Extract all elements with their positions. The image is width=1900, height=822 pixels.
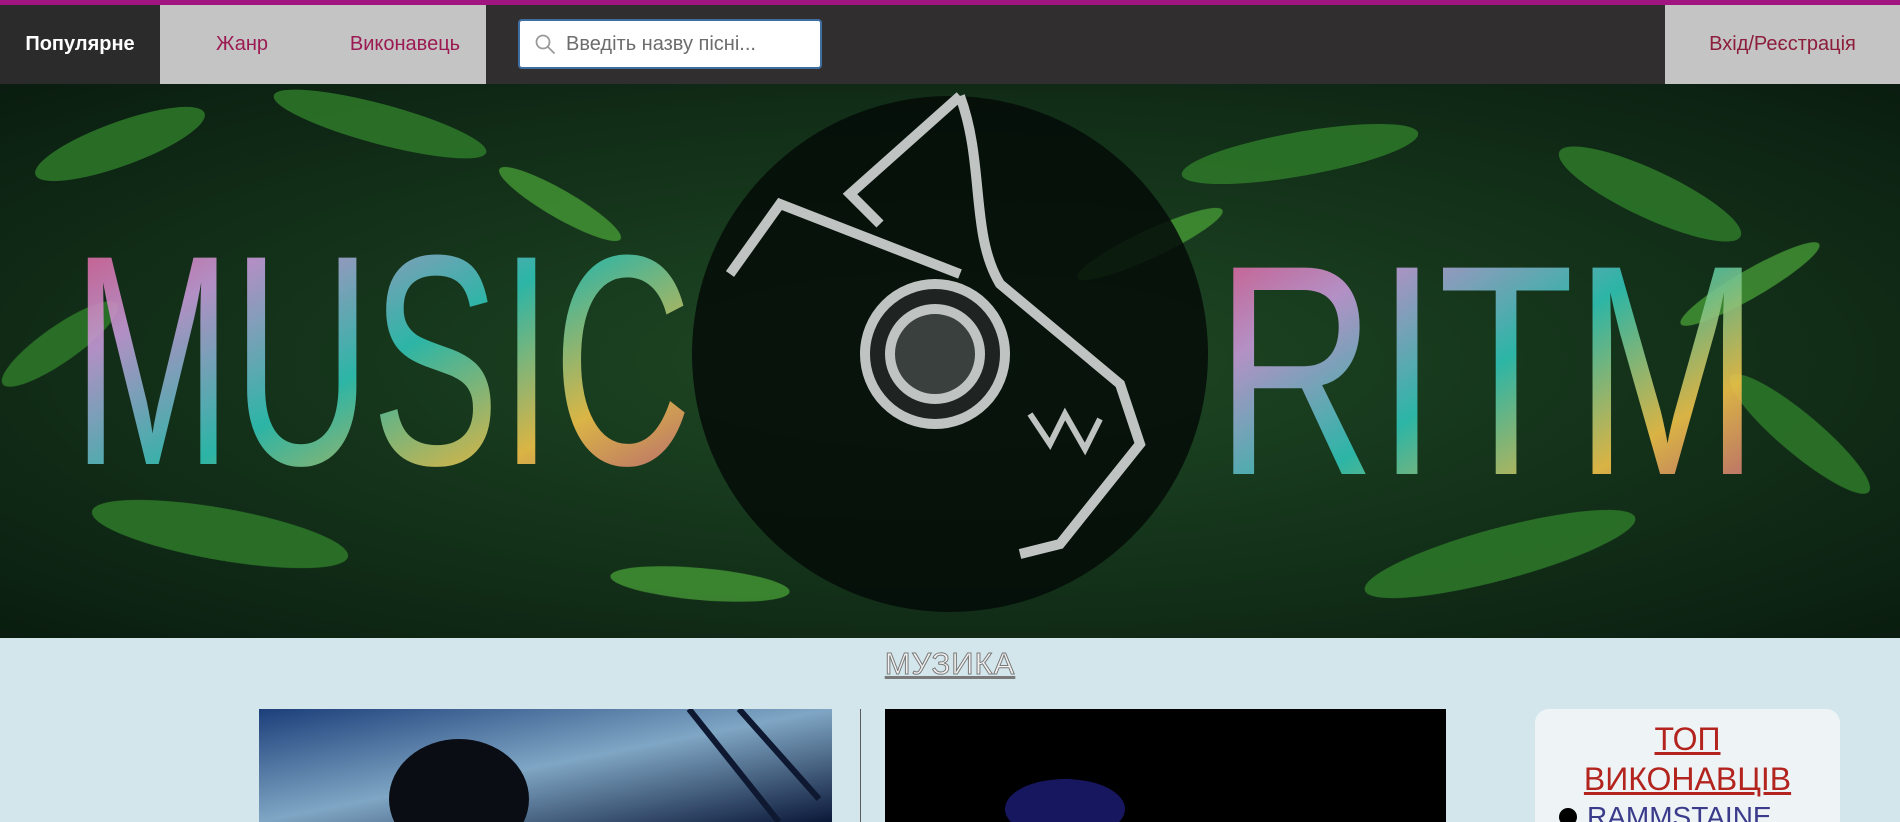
music-section-title: МУЗИКА [0,646,1900,682]
music-card-2-image [885,709,1446,822]
search-input[interactable] [566,32,796,56]
nav-artist-link[interactable]: Виконавець [324,5,486,84]
music-card-1[interactable] [259,709,832,822]
music-card-1-image [259,709,832,822]
hero-banner: MUSIC RITM [0,84,1900,638]
bullet-icon [1559,808,1577,822]
login-register-link[interactable]: Вхід/Реєстрація [1665,5,1900,84]
music-section-title-text: МУЗИКА [884,646,1016,682]
search-icon [535,34,555,54]
top-artists-title-line1: ТОП [1654,721,1721,757]
music-card-2[interactable] [885,709,1446,822]
search-box[interactable] [518,19,822,69]
hero-artwork: MUSIC RITM [0,84,1900,638]
top-artists-title-line2: ВИКОНАВЦІВ [1583,761,1792,797]
hero-word-music: MUSIC [72,192,692,528]
top-navigation: Популярне Жанр Виконавець Вхід/Реєстраці… [0,5,1900,84]
top-artists-panel: ТОП ВИКОНАВЦІВ RAMMSTAINE [1535,709,1840,822]
top-artists-list: RAMMSTAINE [1559,801,1772,822]
nav-genre-link[interactable]: Жанр [160,5,324,84]
nav-popular-link[interactable]: Популярне [0,5,160,84]
top-artist-name: RAMMSTAINE [1587,801,1772,822]
card-divider [860,709,861,822]
top-artist-item[interactable]: RAMMSTAINE [1559,801,1772,822]
hero-word-ritm: RITM [1215,202,1760,538]
top-artists-title[interactable]: ТОП ВИКОНАВЦІВ [1535,719,1840,799]
